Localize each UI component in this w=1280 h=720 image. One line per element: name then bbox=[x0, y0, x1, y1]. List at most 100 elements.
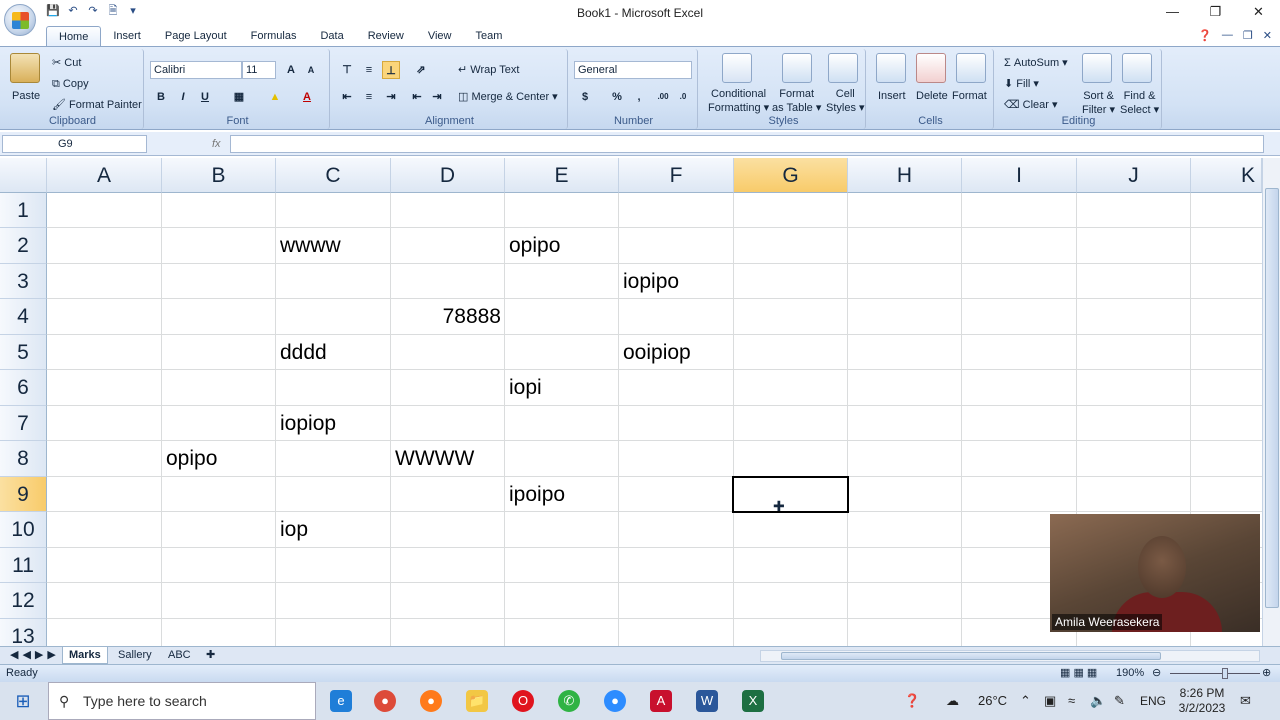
sheet-tab-abc[interactable]: ABC bbox=[162, 647, 197, 664]
percent-button[interactable]: % bbox=[608, 88, 626, 106]
italic-button[interactable]: I bbox=[174, 88, 192, 106]
column-header-g[interactable]: G bbox=[734, 158, 848, 193]
cell-d4[interactable]: 78888 bbox=[391, 299, 505, 334]
currency-icon[interactable]: $ bbox=[576, 88, 594, 106]
insert-function-icon[interactable]: fx bbox=[150, 135, 230, 153]
cell-f3[interactable]: iopipo bbox=[619, 264, 679, 299]
column-header-d[interactable]: D bbox=[391, 158, 505, 193]
wifi-icon[interactable]: ≈ bbox=[1068, 682, 1075, 720]
increase-decimal-icon[interactable]: .00 bbox=[654, 88, 672, 106]
view-buttons-icon[interactable]: ▦ ▦ ▦ bbox=[1060, 665, 1097, 682]
ribbon-restore-icon[interactable]: ❐ bbox=[1243, 29, 1253, 42]
row-header-3[interactable]: 3 bbox=[0, 264, 47, 299]
underline-button[interactable]: U bbox=[196, 88, 214, 106]
ribbon-close-icon[interactable]: ✕ bbox=[1263, 29, 1272, 42]
merge-center-button[interactable]: ◫ Merge & Center ▾ bbox=[458, 90, 558, 104]
notifications-icon[interactable]: ✉ bbox=[1240, 682, 1251, 720]
cell-c2[interactable]: wwww bbox=[276, 228, 341, 263]
tab-data[interactable]: Data bbox=[308, 26, 355, 46]
volume-icon[interactable]: 🔈 bbox=[1090, 682, 1106, 720]
paste-button[interactable]: Paste bbox=[12, 89, 40, 103]
tab-insert[interactable]: Insert bbox=[101, 26, 153, 46]
cell-f5[interactable]: ooipiop bbox=[619, 335, 691, 370]
row-header-11[interactable]: 11 bbox=[0, 548, 47, 583]
tray-chevron-icon[interactable]: ⌃ bbox=[1020, 682, 1031, 720]
language-indicator[interactable]: ENG bbox=[1140, 682, 1166, 720]
sort-filter-button[interactable]: Sort & Filter ▾ bbox=[1082, 89, 1115, 117]
battery-icon[interactable]: ▣ bbox=[1044, 682, 1056, 720]
active-cell-g9[interactable] bbox=[732, 476, 849, 513]
row-header-9[interactable]: 9 bbox=[0, 477, 47, 512]
grow-font-icon[interactable]: A bbox=[282, 61, 300, 79]
select-all-corner[interactable] bbox=[0, 158, 47, 193]
cell-c10[interactable]: iop bbox=[276, 512, 308, 547]
restore-icon[interactable]: ❐ bbox=[1194, 0, 1237, 24]
comma-button[interactable]: , bbox=[630, 88, 648, 106]
zoom-thumb[interactable] bbox=[1222, 668, 1228, 679]
zoom-slider[interactable]: ⊖ ⊕ bbox=[1152, 665, 1272, 682]
column-header-c[interactable]: C bbox=[276, 158, 391, 193]
file-explorer-icon[interactable]: 📁 bbox=[466, 690, 488, 712]
weather-icon[interactable]: ☁ bbox=[946, 682, 959, 720]
help-icon[interactable]: ❓ bbox=[1198, 29, 1212, 42]
clear-button[interactable]: ⌫ Clear ▾ bbox=[1004, 98, 1058, 112]
row-header-4[interactable]: 4 bbox=[0, 299, 47, 335]
format-painter-button[interactable]: 🖌 Format Painter bbox=[52, 98, 142, 112]
tab-team[interactable]: Team bbox=[463, 26, 514, 46]
cell-b8[interactable]: opipo bbox=[162, 441, 217, 476]
align-top-icon[interactable]: ⊤ bbox=[338, 61, 356, 79]
bold-button[interactable]: B bbox=[152, 88, 170, 106]
column-header-i[interactable]: I bbox=[962, 158, 1077, 193]
whatsapp-icon[interactable]: ✆ bbox=[558, 690, 580, 712]
excel-icon[interactable]: X bbox=[742, 690, 764, 712]
zoom-in-icon[interactable]: ⊕ bbox=[1262, 665, 1271, 682]
align-middle-icon[interactable]: ≡ bbox=[360, 61, 378, 79]
clock[interactable]: 8:26 PM 3/2/2023 bbox=[1176, 682, 1228, 720]
cell-e9[interactable]: ipoipo bbox=[505, 477, 565, 512]
format-as-table-button[interactable]: Format as Table ▾ bbox=[772, 87, 821, 115]
vertical-scroll-thumb[interactable] bbox=[1265, 188, 1279, 608]
row-header-1[interactable]: 1 bbox=[0, 193, 47, 228]
opera-icon[interactable]: O bbox=[512, 690, 534, 712]
row-header-8[interactable]: 8 bbox=[0, 441, 47, 477]
firefox-icon[interactable]: ● bbox=[420, 690, 442, 712]
row-header-13[interactable]: 13 bbox=[0, 619, 47, 646]
word-icon[interactable]: W bbox=[696, 690, 718, 712]
horizontal-scrollbar[interactable] bbox=[760, 650, 1260, 662]
row-header-10[interactable]: 10 bbox=[0, 512, 47, 548]
number-format-select[interactable]: General bbox=[574, 61, 692, 79]
edge-icon[interactable]: e bbox=[330, 690, 352, 712]
tab-review[interactable]: Review bbox=[356, 26, 416, 46]
temperature[interactable]: 26°C bbox=[978, 682, 1007, 720]
video-call-overlay[interactable]: Amila Weerasekera bbox=[1050, 514, 1260, 632]
tab-home[interactable]: Home bbox=[46, 26, 102, 46]
column-header-e[interactable]: E bbox=[505, 158, 619, 193]
cell-e2[interactable]: opipo bbox=[505, 228, 560, 263]
cell-c7[interactable]: iopiop bbox=[276, 406, 336, 441]
find-select-button[interactable]: Find & Select ▾ bbox=[1120, 89, 1159, 117]
column-header-b[interactable]: B bbox=[162, 158, 276, 193]
row-header-5[interactable]: 5 bbox=[0, 335, 47, 370]
ribbon-minimize-icon[interactable]: — bbox=[1222, 29, 1233, 42]
name-box[interactable]: G9 bbox=[2, 135, 147, 153]
conditional-formatting-button[interactable]: Conditional Formatting ▾ bbox=[708, 87, 769, 115]
format-cells-button[interactable]: Format bbox=[952, 89, 987, 103]
font-name-select[interactable]: Calibri bbox=[150, 61, 242, 79]
row-header-6[interactable]: 6 bbox=[0, 370, 47, 406]
align-bottom-icon[interactable]: ⊥ bbox=[382, 61, 400, 79]
autosum-button[interactable]: Σ AutoSum ▾ bbox=[1004, 56, 1068, 70]
sheet-tab-sallery[interactable]: Sallery bbox=[112, 647, 158, 664]
cell-styles-button[interactable]: Cell Styles ▾ bbox=[826, 87, 865, 115]
sheet-tab-marks[interactable]: Marks bbox=[62, 647, 108, 664]
horizontal-scroll-thumb[interactable] bbox=[781, 652, 1161, 660]
font-size-select[interactable]: 11 bbox=[242, 61, 276, 79]
zoom-app-icon[interactable]: ● bbox=[604, 690, 626, 712]
font-color-icon[interactable]: A bbox=[298, 88, 316, 106]
paste-icon[interactable] bbox=[10, 53, 40, 83]
pen-icon[interactable]: ✎ bbox=[1114, 682, 1125, 720]
align-right-icon[interactable]: ⇥ bbox=[382, 88, 400, 106]
tab-view[interactable]: View bbox=[416, 26, 464, 46]
chrome-icon[interactable]: ● bbox=[374, 690, 396, 712]
cut-button[interactable]: ✂ Cut bbox=[52, 56, 81, 70]
cell-e6[interactable]: iopi bbox=[505, 370, 542, 405]
